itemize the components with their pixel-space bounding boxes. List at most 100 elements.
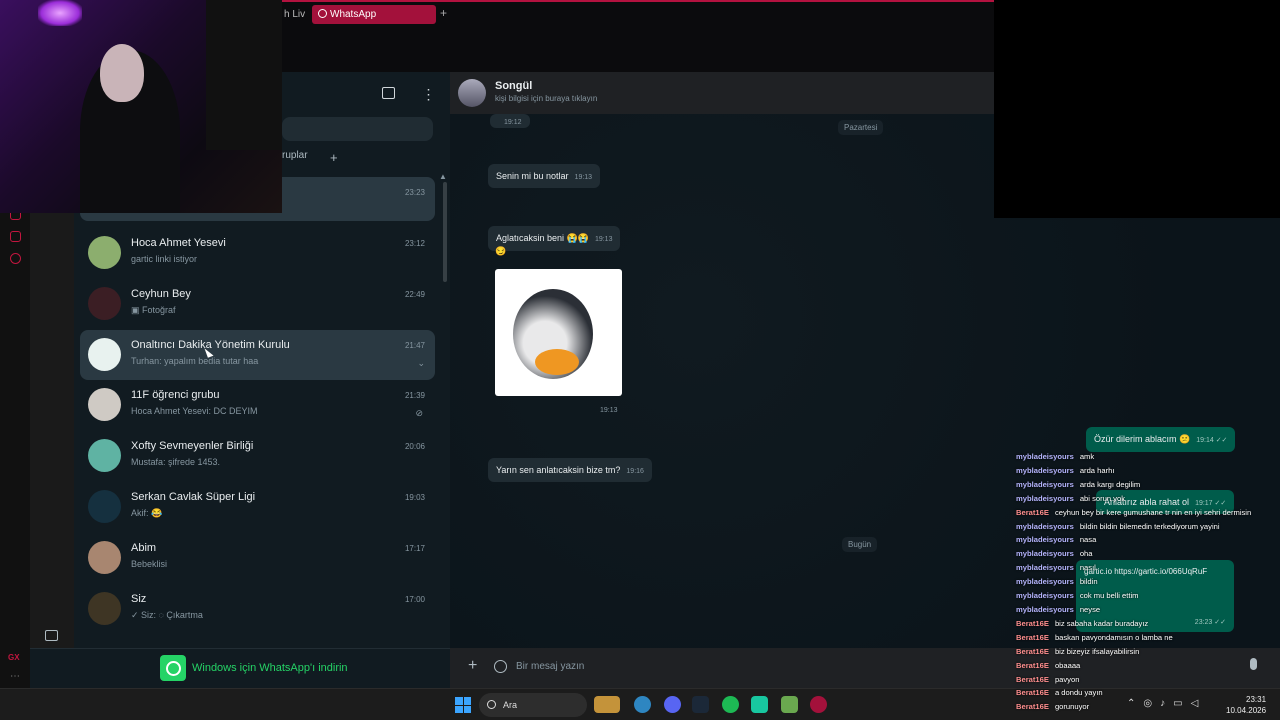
stream-chat-text: bildin bildin bilemedin terkediyorum yay… [1079,521,1220,531]
attach-plus-icon[interactable]: + [468,657,477,675]
app-icon-2[interactable] [751,696,768,713]
search-input[interactable] [282,117,433,141]
stream-chat-text: amk [1079,452,1095,461]
chat-item[interactable]: Ceyhun Bey ▣ Fotoğraf 22:49 [80,279,435,330]
spotify-icon[interactable] [722,696,739,713]
filter-groups[interactable]: ruplar [282,150,308,161]
chat-time: 23:23 [404,188,425,197]
chat-name: Hoca Ahmet Yesevi [131,237,226,249]
avatar [88,337,121,371]
chat-last-message: ▣ Fotoğraf [131,304,176,315]
stream-chat-text: baskan pavyondamısın o lamba ne [1054,632,1173,642]
gx-icon[interactable]: GX [8,653,20,662]
chat-name: 11F öğrenci grubu [131,389,220,402]
tab-livestream[interactable]: h Liv [284,6,308,24]
contact-avatar[interactable] [458,79,486,107]
scroll-up-icon[interactable]: ▲ [439,172,447,181]
stream-chat-username: mybladeisyours [1016,549,1074,559]
stream-chat-text: obaaaa [1054,660,1081,670]
contact-info-hint: kişi bilgisi için buraya tıklayın [495,94,598,103]
stream-chat-text: arda harhı [1079,465,1115,475]
stream-chat-line: mybladeisyours bildin bildin bilemedin te… [1016,520,1280,534]
message-bubble: Senin mi bu notlar 19:13 [488,164,601,188]
stream-chat-username: Berat16E [1016,674,1049,684]
chat-time: 22:49 [404,289,425,299]
more-icon[interactable]: ⋯ [10,671,20,682]
avatar [88,236,121,269]
day-separator: Pazartesi [838,120,884,135]
widgets-icon[interactable] [594,696,620,713]
chat-item[interactable]: Siz ✓ Siz: ◌ Çıkartma 17:00 [80,584,435,635]
stream-chat-line: mybladeisyours neyse [1016,603,1280,617]
new-chat-icon[interactable] [382,87,395,99]
menu-icon[interactable]: ⋮ [421,86,435,103]
download-label: Windows için WhatsApp'ı indirin [192,662,348,674]
chat-last-message: Turhan: yapalım bedia tutar haa [131,355,259,366]
chat-item[interactable]: 11F öğrenci grubu Hoca Ahmet Yesevi: DC … [80,380,435,431]
opera-sidebar-icon-2[interactable] [10,231,21,242]
tab-whatsapp[interactable]: WhatsApp [312,5,436,24]
stream-chat-text: pavyon [1054,674,1080,684]
avatar [88,439,121,473]
sticker-time: 19:13 [600,407,618,414]
opera-gx-icon[interactable] [810,696,827,713]
add-filter-button[interactable]: + [330,150,338,165]
chat-list-scrollbar[interactable] [443,182,447,282]
stream-chat-username: mybladeisyours [1016,563,1074,573]
stream-chat-text: bildin [1079,577,1098,587]
stream-chat-username: mybladeisyours [1016,479,1074,489]
stream-chat-username: Berat16E [1016,688,1049,698]
chat-item[interactable]: Abim Bebeklisi 17:17 [80,533,435,584]
taskbar-search[interactable]: Ara [479,693,587,717]
discord-icon[interactable] [664,696,681,713]
chevron-down-icon[interactable]: ⌄ [417,358,425,369]
chat-time: 23:12 [404,239,425,248]
message-input[interactable]: Bir mesaj yazın [516,661,584,672]
emoji-sticker-icon[interactable] [494,660,507,673]
contact-name: Songül [495,80,533,92]
stream-chat-username: Berat16E [1016,702,1049,712]
avatar [88,489,121,523]
stream-chat-text: oha [1079,549,1093,559]
message-time: 19:16 [626,468,644,475]
chat-item[interactable]: Onaltıncı Dakika Yönetim Kurulu Turhan: … [80,329,435,381]
chat-last-message: gartic linki istiyor [131,254,198,264]
chat-list-header-actions: ⋮ [382,86,435,104]
app-icon-1[interactable] [634,696,651,713]
windows-start-icon[interactable] [455,697,471,713]
stream-chat-username: Berat16E [1016,632,1049,642]
chat-last-message: Bebeklisi [131,558,168,569]
stream-chat-text: nasıl [1079,563,1096,573]
stream-chat-username: Berat16E [1016,618,1049,628]
stream-chat-text: cok mu belli ettim [1079,591,1139,601]
media-library-icon[interactable] [45,630,58,641]
chat-time: 17:00 [404,594,425,604]
message-time: 19:13 [594,236,613,243]
conversation-header[interactable]: Songül kişi bilgisi için buraya tıklayın [450,72,994,114]
chat-item[interactable]: Serkan Cavlak Süper Ligi Akif: 😂 19:03 [80,482,435,533]
chat-time: 17:17 [404,543,425,553]
chat-item[interactable]: Hoca Ahmet Yesevi gartic linki istiyor 2… [80,228,435,279]
webcam-person-head [100,44,144,102]
chat-item[interactable]: Xofty Sevmeyenler Birliği Mustafa: şifre… [80,431,435,482]
chat-list: 23:23 Hoca Ahmet Yesevi gartic linki ist… [80,177,435,634]
sticker-beak [535,349,579,375]
new-tab-button[interactable]: + [440,6,447,20]
opera-settings-icon[interactable] [10,253,21,264]
stream-chat-overlay: mybladeisyours amk mybladeisyours arda harh… [1016,450,1280,714]
stream-chat-text: biz sabaha kadar buradayız [1054,618,1149,628]
webcam-lamp [38,0,82,26]
chat-time: 19:03 [404,492,425,502]
stream-chat-line: mybladeisyours cok mu belli ettim [1016,589,1280,603]
sticker-image[interactable] [495,269,622,396]
app-icon-3[interactable] [781,696,798,713]
stream-chat-line: Berat16E baskan pavyondamısın o lamba ne [1016,631,1280,645]
stream-chat-line: Berat16E obaaaa [1016,659,1280,673]
stream-chat-line: Berat16E biz bizeyiz ifsalayabilirsin [1016,645,1280,659]
stream-chat-line: mybladeisyours arda harhı [1016,464,1280,478]
message-bubble: Aglatıcaksin beni 😭😭 19:13 [488,226,621,251]
stream-chat-username: Berat16E [1016,646,1049,656]
stream-chat-text: nasa [1079,535,1097,545]
download-whatsapp-button[interactable]: Windows için WhatsApp'ı indirin [160,655,348,681]
steam-icon[interactable] [692,696,709,713]
